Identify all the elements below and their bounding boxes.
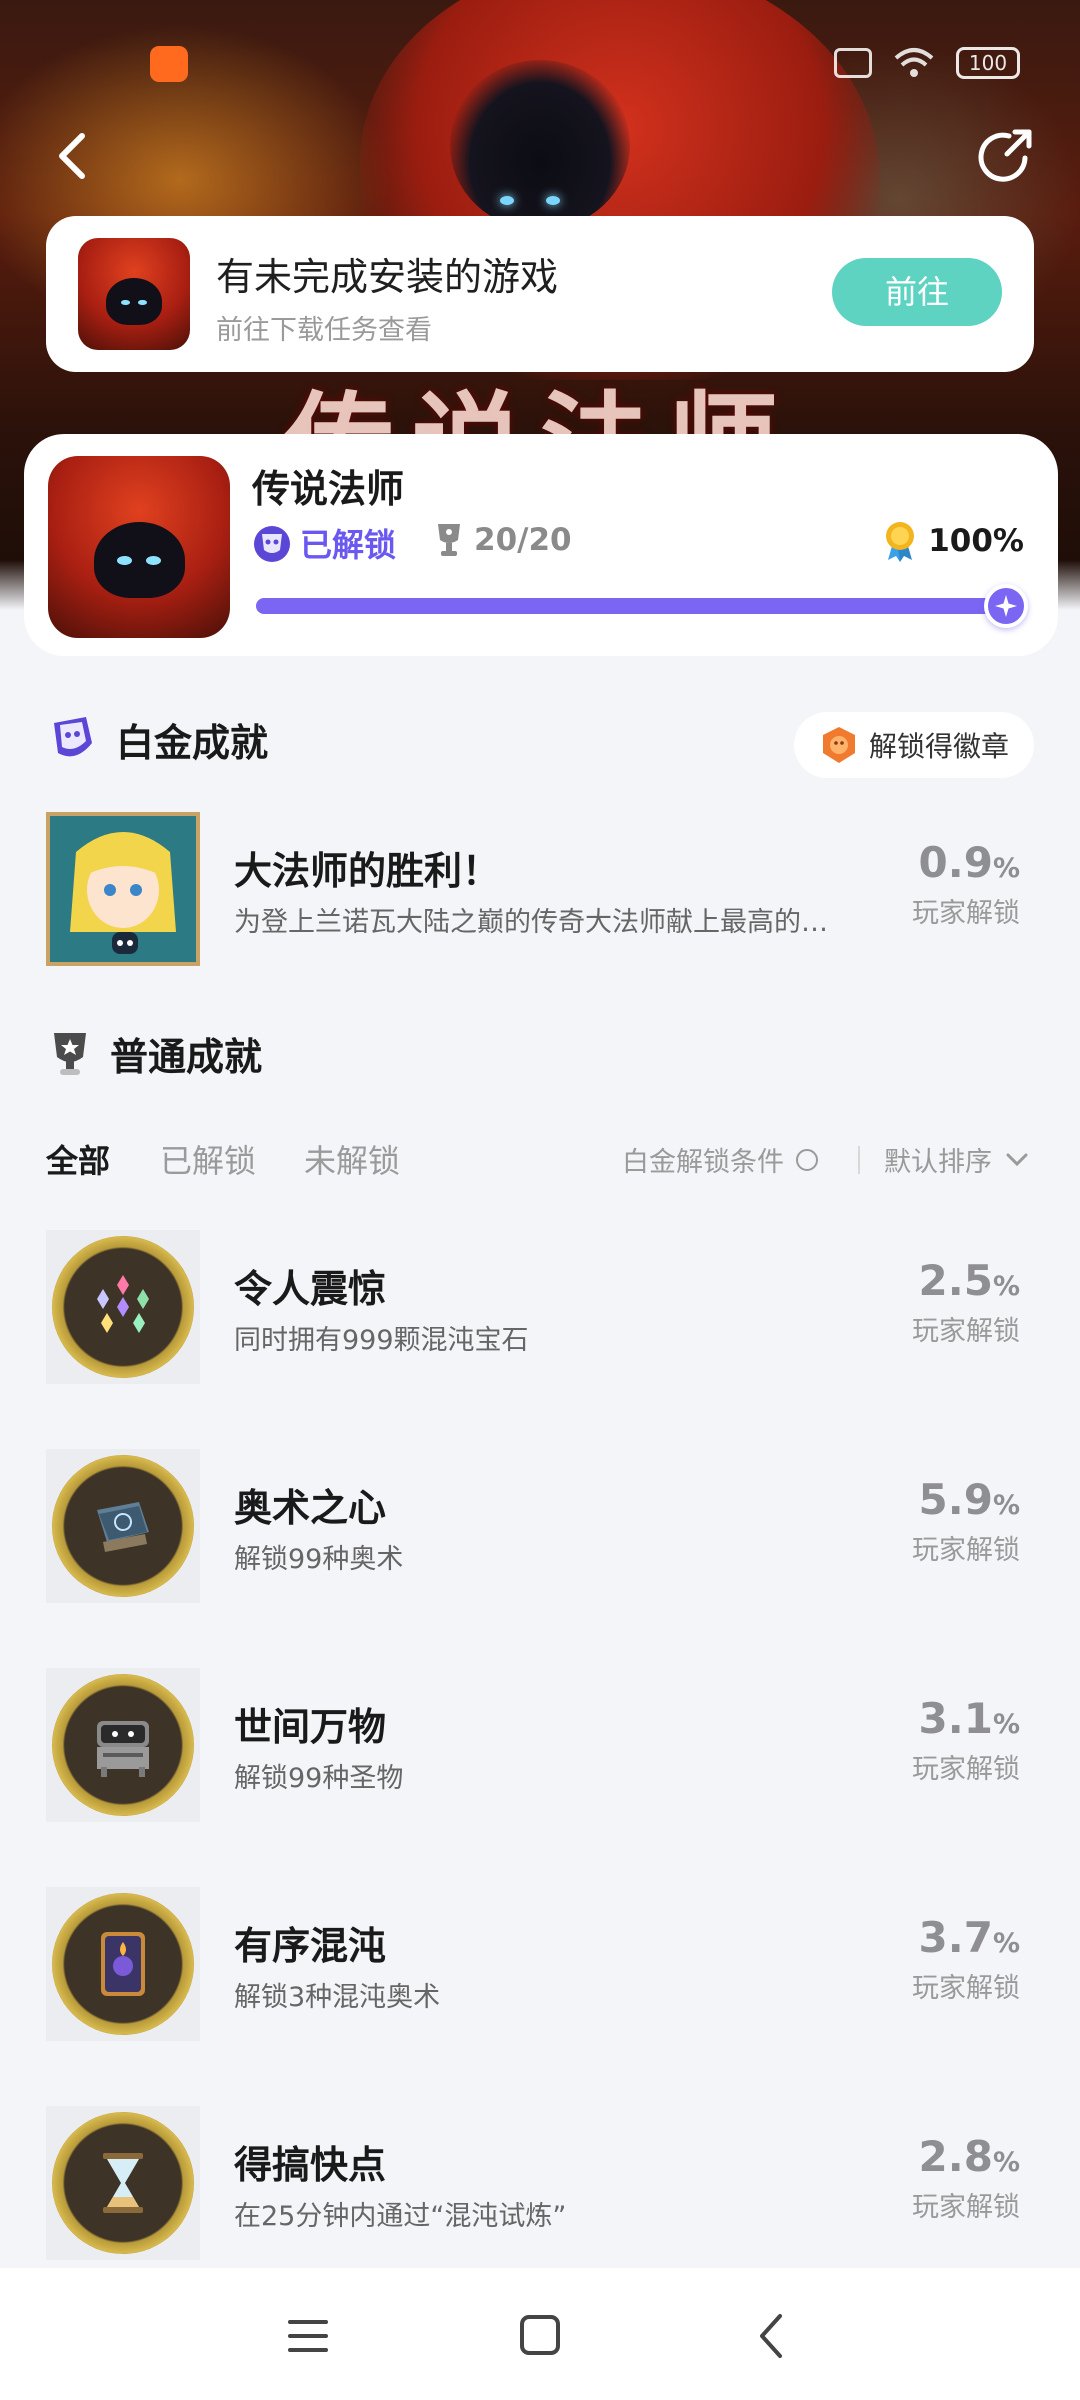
chest-icon bbox=[52, 1674, 194, 1816]
filter-tab-unlocked[interactable]: 已解锁 bbox=[160, 1136, 256, 1182]
battery-icon: 100 bbox=[956, 47, 1020, 79]
achievement-desc: 解锁99种圣物 bbox=[234, 1763, 404, 1794]
status-bar: 100 bbox=[0, 0, 1080, 120]
unlock-rate-label: 玩家解锁 bbox=[912, 1535, 1020, 1566]
trophy-count: 20/20 bbox=[474, 522, 572, 558]
install-banner-subtitle: 前往下载任务查看 bbox=[216, 315, 432, 346]
unlock-rate-label: 玩家解锁 bbox=[912, 1754, 1020, 1785]
back-button[interactable] bbox=[46, 124, 102, 188]
completion-progress-bar bbox=[256, 584, 1028, 628]
completion-percent: 100% bbox=[928, 523, 1024, 559]
install-banner-title: 有未完成安装的游戏 bbox=[216, 255, 559, 299]
trophy-icon bbox=[438, 524, 460, 556]
achievement-portrait-icon bbox=[46, 812, 200, 966]
achievement-desc: 解锁99种奥术 bbox=[234, 1544, 404, 1575]
checkbox-circle-icon bbox=[796, 1148, 818, 1171]
badge-icon bbox=[822, 727, 855, 763]
game-icon bbox=[78, 238, 190, 350]
achievement-desc: 在25分钟内通过“混沌试炼” bbox=[234, 2201, 567, 2232]
unlock-rate: 3.7 bbox=[918, 1913, 993, 1962]
achievement-desc: 同时拥有999颗混沌宝石 bbox=[234, 1325, 529, 1356]
share-icon bbox=[978, 129, 1032, 182]
filter-tab-all[interactable]: 全部 bbox=[46, 1136, 110, 1182]
card-icon bbox=[52, 1893, 194, 2035]
achievement-item[interactable]: 得搞快点 在25分钟内通过“混沌试炼” 2.8% 玩家解锁 bbox=[46, 2106, 1034, 2260]
achievement-name: 奥术之心 bbox=[234, 1486, 387, 1530]
sort-dropdown[interactable]: 默认排序 bbox=[884, 1140, 1032, 1179]
medal-icon bbox=[886, 522, 915, 562]
menu-button[interactable] bbox=[278, 2308, 338, 2364]
section-title: 白金成就 bbox=[116, 721, 269, 765]
unlock-badge-button[interactable]: 解锁得徽章 bbox=[794, 712, 1034, 778]
achievement-name: 有序混沌 bbox=[234, 1924, 387, 1968]
achievement-filter-bar: 全部 已解锁 未解锁 白金解锁条件 默认排序 bbox=[46, 1132, 1034, 1188]
chevron-down-icon bbox=[1006, 1153, 1028, 1166]
achievement-name: 令人震惊 bbox=[234, 1267, 387, 1311]
achievement-desc: 解锁3种混沌奥术 bbox=[234, 1982, 441, 2013]
game-title: 传说法师 bbox=[252, 467, 405, 511]
progress-star-knob bbox=[984, 584, 1028, 628]
achievement-name: 大法师的胜利！ bbox=[234, 849, 501, 893]
menu-icon bbox=[288, 2320, 328, 2352]
achievement-item[interactable]: 有序混沌 解锁3种混沌奥术 3.7% 玩家解锁 bbox=[46, 1887, 1034, 2041]
chevron-left-icon bbox=[760, 2314, 782, 2358]
share-button[interactable] bbox=[975, 124, 1039, 188]
achievement-item[interactable]: 令人震惊 同时拥有999颗混沌宝石 2.5% 玩家解锁 bbox=[46, 1230, 1034, 1384]
unlock-rate: 2.5 bbox=[918, 1256, 993, 1305]
hero-art-eye bbox=[546, 196, 560, 205]
normal-section-header: 普通成就 bbox=[46, 1026, 262, 1081]
achievement-item[interactable]: 世间万物 解锁99种圣物 3.1% 玩家解锁 bbox=[46, 1668, 1034, 1822]
unlock-rate-label: 玩家解锁 bbox=[912, 2192, 1020, 2223]
platinum-trophy-icon bbox=[54, 716, 92, 756]
sparkle-icon bbox=[995, 595, 1017, 617]
unlock-rate: 3.1 bbox=[918, 1694, 993, 1743]
game-summary-card: 传说法师 已解锁 20/20 100% bbox=[24, 434, 1058, 656]
hero-art-eye bbox=[500, 196, 514, 205]
achievement-item[interactable]: 奥术之心 解锁99种奥术 5.9% 玩家解锁 bbox=[46, 1449, 1034, 1603]
spellbook-icon bbox=[52, 1455, 194, 1597]
unlock-rate-label: 玩家解锁 bbox=[912, 898, 1020, 929]
game-icon bbox=[48, 456, 230, 638]
home-square-icon bbox=[520, 2315, 560, 2355]
platinum-achievement-item[interactable]: 大法师的胜利！ 为登上兰诺瓦大陆之巅的传奇大法师献上最高的… 0.9% 玩家解锁 bbox=[46, 812, 1034, 966]
platinum-trophy-icon bbox=[254, 526, 290, 562]
chevron-left-icon bbox=[59, 133, 85, 179]
filter-tab-locked[interactable]: 未解锁 bbox=[304, 1136, 400, 1182]
section-title: 普通成就 bbox=[110, 1035, 263, 1079]
unlock-status: 已解锁 bbox=[300, 526, 397, 564]
achievement-desc: 为登上兰诺瓦大陆之巅的传奇大法师献上最高的… bbox=[234, 907, 828, 938]
wifi-icon bbox=[894, 48, 934, 77]
system-back-button[interactable] bbox=[742, 2308, 802, 2364]
unlock-rate: 0.9 bbox=[918, 838, 993, 887]
hourglass-icon bbox=[52, 2112, 194, 2254]
home-button[interactable] bbox=[510, 2308, 570, 2364]
platinum-condition-toggle[interactable]: 白金解锁条件 bbox=[622, 1140, 818, 1179]
sim-icon bbox=[834, 48, 872, 78]
unlock-rate-label: 玩家解锁 bbox=[912, 1316, 1020, 1347]
install-reminder-banner[interactable]: 有未完成安装的游戏 前往下载任务查看 前往 bbox=[46, 216, 1034, 372]
achievement-name: 得搞快点 bbox=[234, 2143, 387, 2187]
platinum-section-header: 白金成就 bbox=[46, 712, 268, 767]
unlock-rate-label: 玩家解锁 bbox=[912, 1973, 1020, 2004]
system-navigation-bar bbox=[0, 2268, 1080, 2400]
trophy-icon bbox=[54, 1032, 86, 1075]
unlock-rate: 5.9 bbox=[918, 1475, 993, 1524]
app-store-icon bbox=[150, 46, 188, 82]
go-to-downloads-button[interactable]: 前往 bbox=[832, 258, 1002, 326]
unlock-rate: 2.8 bbox=[918, 2132, 993, 2181]
gems-icon bbox=[52, 1236, 194, 1378]
achievement-name: 世间万物 bbox=[234, 1705, 387, 1749]
